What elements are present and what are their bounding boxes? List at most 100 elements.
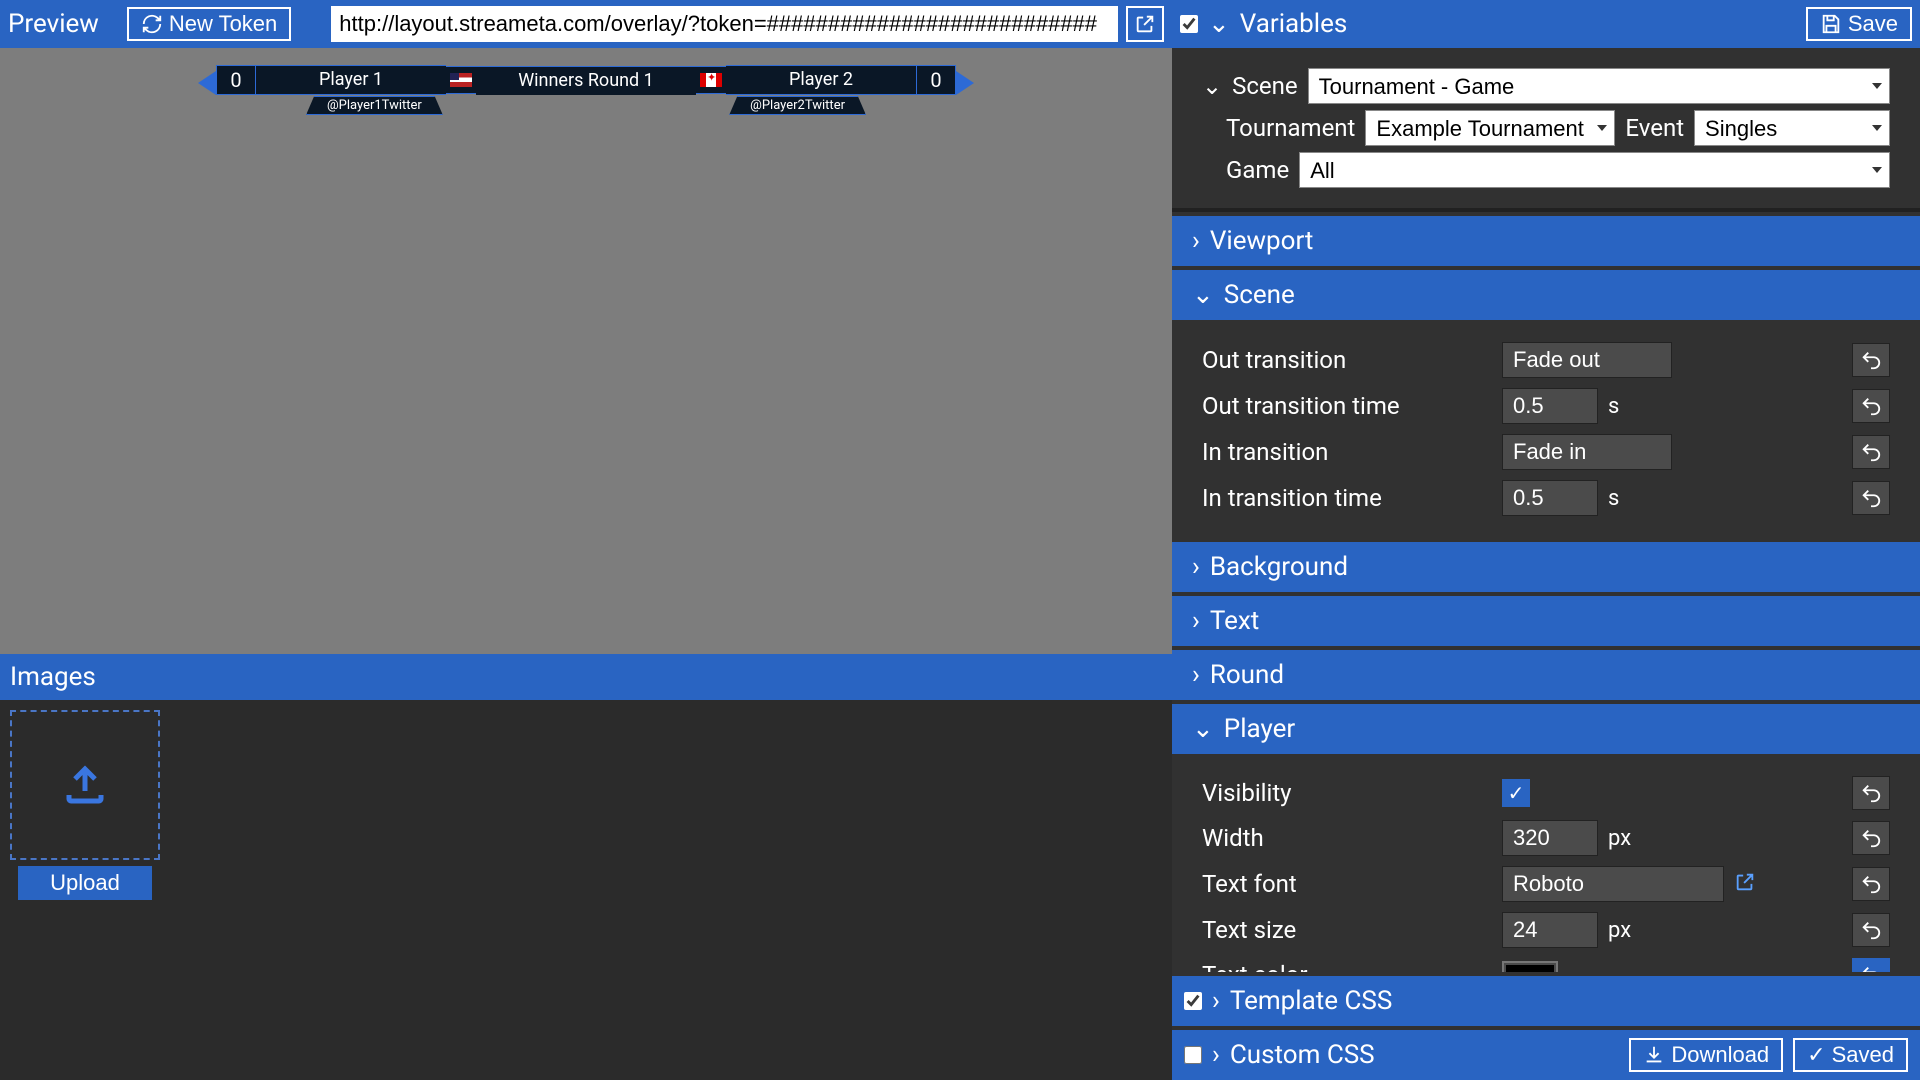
flag-ca-icon <box>700 73 722 87</box>
template-css-row[interactable]: › Template CSS <box>1172 976 1920 1026</box>
overlay-url-input[interactable] <box>331 6 1118 42</box>
download-icon <box>1643 1044 1665 1066</box>
p2-name: Player 2 <box>726 65 916 95</box>
game-select[interactable]: All <box>1299 152 1890 188</box>
undo-icon <box>1860 395 1882 417</box>
in-time-input[interactable] <box>1502 480 1598 516</box>
custom-css-checkbox[interactable] <box>1184 1046 1202 1064</box>
chevron-right-icon: › <box>1212 986 1220 1016</box>
in-time-unit: s <box>1608 486 1619 511</box>
event-label: Event <box>1625 114 1684 142</box>
event-select[interactable]: Singles <box>1694 110 1890 146</box>
width-input[interactable] <box>1502 820 1598 856</box>
new-token-button[interactable]: New Token <box>127 7 291 41</box>
reset-button[interactable] <box>1852 867 1890 901</box>
undo-icon <box>1860 349 1882 371</box>
preview-label: Preview <box>8 9 99 39</box>
size-input[interactable] <box>1502 912 1598 948</box>
scoreboard-overlay: 0 Player 1 Winners Round 1 Player 2 0 @P… <box>216 66 956 115</box>
font-external-link[interactable] <box>1734 871 1756 898</box>
download-button[interactable]: Download <box>1629 1038 1783 1072</box>
section-viewport[interactable]: › Viewport <box>1172 216 1920 266</box>
tournament-select[interactable]: Example Tournament <box>1365 110 1615 146</box>
reset-button[interactable] <box>1852 958 1890 972</box>
refresh-icon <box>141 13 163 35</box>
reset-button[interactable] <box>1852 389 1890 423</box>
undo-icon <box>1860 873 1882 895</box>
in-transition-input[interactable] <box>1502 434 1672 470</box>
reset-button[interactable] <box>1852 821 1890 855</box>
section-text[interactable]: › Text <box>1172 596 1920 646</box>
font-input[interactable] <box>1502 866 1724 902</box>
chevron-down-icon: ⌄ <box>1192 714 1214 744</box>
upload-button[interactable]: Upload <box>18 866 152 900</box>
save-button[interactable]: Save <box>1806 7 1912 41</box>
round-label: Winners Round 1 <box>476 66 696 95</box>
out-time-label: Out transition time <box>1202 392 1502 420</box>
p1-name: Player 1 <box>256 65 446 95</box>
chevron-right-icon: › <box>1192 606 1200 636</box>
variables-label: Variables <box>1240 9 1348 39</box>
color-swatch[interactable] <box>1502 961 1558 972</box>
size-unit: px <box>1608 918 1631 943</box>
decoration-wing-right <box>956 71 974 95</box>
decoration-wing-left <box>198 71 216 95</box>
section-round[interactable]: › Round <box>1172 650 1920 700</box>
p2-flag <box>696 66 726 94</box>
scene-select-panel: ⌄ Scene Tournament - Game Tournament Exa… <box>1172 48 1920 212</box>
upload-dropzone[interactable] <box>10 710 160 860</box>
reset-button[interactable] <box>1852 481 1890 515</box>
width-unit: px <box>1608 826 1631 851</box>
flag-us-icon <box>450 73 472 87</box>
template-css-label: Template CSS <box>1230 986 1392 1016</box>
chevron-down-icon[interactable]: ⌄ <box>1202 72 1222 100</box>
variables-toolbar: ⌄ Variables Save <box>1172 0 1920 48</box>
custom-css-row[interactable]: › Custom CSS Download ✓ Saved <box>1172 1030 1920 1080</box>
scene-label: Scene <box>1232 72 1298 100</box>
game-label: Game <box>1226 156 1289 184</box>
images-header: Images <box>0 654 1172 700</box>
upload-icon <box>61 761 109 809</box>
custom-css-label: Custom CSS <box>1230 1040 1375 1070</box>
variables-enable-checkbox[interactable] <box>1180 15 1198 33</box>
section-player-body: Visibility ✓ Width px Text font <box>1172 754 1920 972</box>
open-external-button[interactable] <box>1126 6 1164 42</box>
settings-scroll[interactable]: ⌄ Scene Tournament - Game Tournament Exa… <box>1172 48 1920 972</box>
undo-icon <box>1860 782 1882 804</box>
undo-icon <box>1860 964 1882 972</box>
out-time-input[interactable] <box>1502 388 1598 424</box>
size-label: Text size <box>1202 916 1502 944</box>
p1-score: 0 <box>216 65 256 95</box>
reset-button[interactable] <box>1852 343 1890 377</box>
reset-button[interactable] <box>1852 913 1890 947</box>
preview-canvas: 0 Player 1 Winners Round 1 Player 2 0 @P… <box>0 48 1172 654</box>
saved-button[interactable]: ✓ Saved <box>1793 1038 1908 1072</box>
font-label: Text font <box>1202 870 1502 898</box>
in-transition-label: In transition <box>1202 438 1502 466</box>
undo-icon <box>1860 441 1882 463</box>
out-transition-label: Out transition <box>1202 346 1502 374</box>
chevron-down-icon: ⌄ <box>1208 9 1230 39</box>
width-label: Width <box>1202 824 1502 852</box>
undo-icon <box>1860 919 1882 941</box>
section-background[interactable]: › Background <box>1172 542 1920 592</box>
chevron-right-icon: › <box>1192 552 1200 582</box>
scene-select[interactable]: Tournament - Game <box>1308 68 1890 104</box>
section-player[interactable]: ⌄ Player <box>1172 704 1920 754</box>
save-icon <box>1820 13 1842 35</box>
undo-icon <box>1860 827 1882 849</box>
color-label: Text color <box>1202 961 1502 972</box>
reset-button[interactable] <box>1852 776 1890 810</box>
visibility-checkbox[interactable]: ✓ <box>1502 779 1530 807</box>
images-panel: Upload <box>0 700 1172 1080</box>
section-scene[interactable]: ⌄ Scene <box>1172 270 1920 320</box>
p1-flag <box>446 66 476 94</box>
p2-twitter: @Player2Twitter <box>729 96 866 115</box>
chevron-down-icon: ⌄ <box>1192 280 1214 310</box>
chevron-right-icon: › <box>1192 660 1200 690</box>
reset-button[interactable] <box>1852 435 1890 469</box>
undo-icon <box>1860 487 1882 509</box>
out-transition-input[interactable] <box>1502 342 1672 378</box>
p2-score: 0 <box>916 65 956 95</box>
template-css-checkbox[interactable] <box>1184 992 1202 1010</box>
